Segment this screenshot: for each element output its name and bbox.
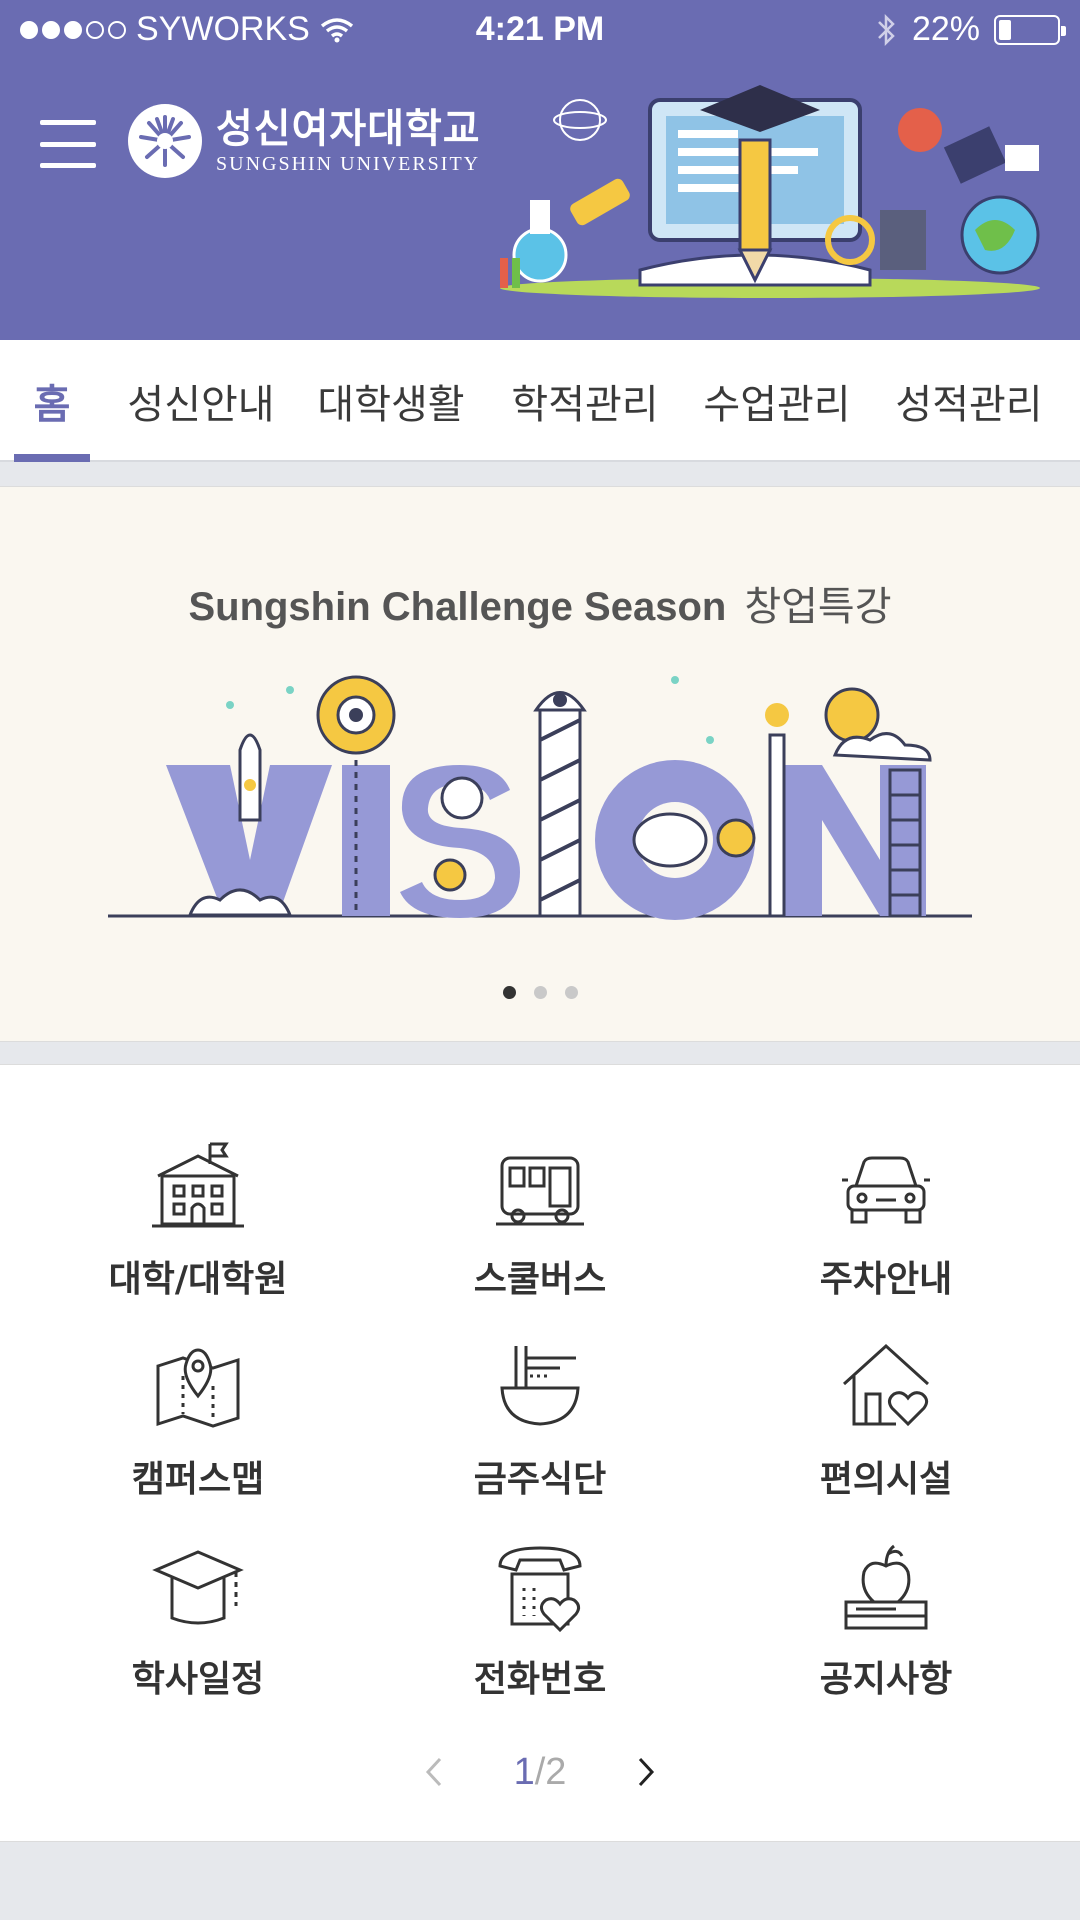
bluetooth-icon bbox=[878, 13, 895, 46]
pager-total: 2 bbox=[545, 1750, 567, 1793]
status-bar: SYWORKS 4:21 PM 22% bbox=[0, 0, 1080, 60]
tab-home[interactable]: 홈 bbox=[14, 340, 90, 462]
school-building-icon bbox=[152, 1142, 244, 1228]
chevron-right-icon bbox=[639, 1757, 655, 1787]
menu-pager: 1/2 bbox=[0, 1742, 1080, 1802]
main-tab-bar: 홈 성신안내 대학생활 학적관리 수업관리 성적관리 bbox=[0, 340, 1080, 462]
menu-item-school-bus[interactable]: 스쿨버스 bbox=[390, 1136, 690, 1316]
menu-item-notices[interactable]: 공지사항 bbox=[736, 1536, 1036, 1716]
noodle-bowl-icon bbox=[500, 1346, 580, 1426]
banner-title-ko: 창업특강 bbox=[744, 585, 892, 629]
menu-item-college[interactable]: 대학/대학원 bbox=[48, 1136, 348, 1316]
banner-pagination bbox=[0, 986, 1080, 999]
vision-illustration bbox=[108, 675, 972, 920]
menu-hamburger-button[interactable] bbox=[40, 120, 96, 168]
menu-label: 캠퍼스맵 bbox=[131, 1459, 265, 1500]
menu-label: 공지사항 bbox=[819, 1659, 953, 1700]
graduation-cap-icon bbox=[152, 1550, 244, 1625]
menu-item-phonebook[interactable]: 전화번호 bbox=[390, 1536, 690, 1716]
bus-icon bbox=[496, 1156, 584, 1226]
pager-prev-button[interactable] bbox=[404, 1742, 464, 1802]
car-icon bbox=[842, 1156, 930, 1224]
tab-grades[interactable]: 성적관리 bbox=[886, 340, 1052, 462]
active-tab-indicator bbox=[14, 454, 90, 462]
tab-academic-records[interactable]: 학적관리 bbox=[502, 340, 668, 462]
menu-label: 금주식단 bbox=[473, 1459, 607, 1500]
telephone-heart-icon bbox=[498, 1546, 582, 1633]
menu-label: 편의시설 bbox=[819, 1459, 953, 1500]
house-heart-icon bbox=[842, 1343, 930, 1427]
banner-dot[interactable] bbox=[502, 986, 516, 999]
apple-books-icon bbox=[844, 1544, 928, 1630]
menu-label: 스쿨버스 bbox=[473, 1259, 607, 1300]
menu-item-weekly-menu[interactable]: 금주식단 bbox=[390, 1336, 690, 1516]
tab-label: 학적관리 bbox=[511, 382, 659, 428]
chevron-left-icon bbox=[425, 1757, 441, 1787]
menu-item-academic-calendar[interactable]: 학사일정 bbox=[48, 1536, 348, 1716]
pager-indicator: 1/2 bbox=[514, 1751, 567, 1794]
university-logo[interactable]: 성신여자대학교 SUNGSHIN UNIVERSITY bbox=[128, 104, 481, 178]
app-header: SYWORKS 4:21 PM 22% 성신여자대학교 SUNGSHIN UNI… bbox=[0, 0, 1080, 340]
university-emblem-icon bbox=[128, 104, 202, 178]
map-pin-icon bbox=[156, 1348, 240, 1428]
university-name-en: SUNGSHIN UNIVERSITY bbox=[216, 152, 481, 175]
tab-label: 수업관리 bbox=[703, 382, 851, 428]
banner-dot[interactable] bbox=[564, 986, 578, 999]
menu-item-amenities[interactable]: 편의시설 bbox=[736, 1336, 1036, 1516]
device-status: 22% bbox=[876, 10, 1066, 49]
education-illustration bbox=[500, 85, 1040, 298]
tab-campus-life[interactable]: 대학생활 bbox=[308, 340, 474, 462]
pager-current: 1 bbox=[513, 1750, 535, 1793]
battery-icon bbox=[994, 14, 1066, 45]
menu-label: 주차안내 bbox=[819, 1259, 953, 1300]
tab-label: 성적관리 bbox=[895, 382, 1043, 428]
tab-label: 대학생활 bbox=[317, 382, 465, 428]
banner-title: Sungshin Challenge Season 창업특강 bbox=[0, 574, 1080, 632]
pager-next-button[interactable] bbox=[616, 1742, 676, 1802]
menu-item-parking[interactable]: 주차안내 bbox=[736, 1136, 1036, 1316]
university-name-ko: 성신여자대학교 bbox=[216, 105, 481, 152]
tab-class-management[interactable]: 수업관리 bbox=[694, 340, 860, 462]
battery-percent: 22% bbox=[911, 10, 980, 48]
menu-label: 전화번호 bbox=[473, 1659, 607, 1700]
banner-dot[interactable] bbox=[533, 986, 547, 999]
tab-label: 홈 bbox=[33, 382, 71, 428]
menu-item-campus-map[interactable]: 캠퍼스맵 bbox=[48, 1336, 348, 1516]
pager-separator: / bbox=[534, 1750, 546, 1793]
menu-label: 대학/대학원 bbox=[108, 1259, 288, 1300]
tab-label: 성신안내 bbox=[127, 382, 275, 428]
banner-title-en: Sungshin Challenge Season bbox=[188, 585, 727, 629]
menu-label: 학사일정 bbox=[131, 1659, 265, 1700]
tab-sungshin-info[interactable]: 성신안내 bbox=[118, 340, 284, 462]
